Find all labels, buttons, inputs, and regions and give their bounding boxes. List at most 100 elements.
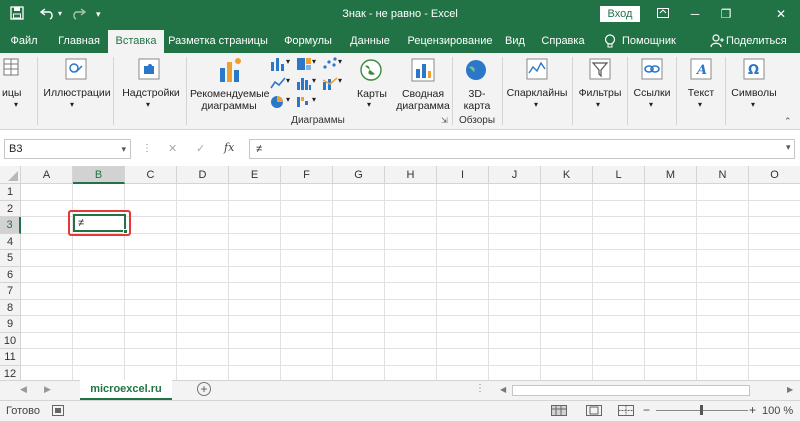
restore-icon[interactable]: ❐ [714,4,738,24]
share-button[interactable]: Поделиться [726,30,800,53]
column-header[interactable]: A [21,166,73,184]
filters-label: Фильтры [578,87,622,99]
sheet-tab[interactable]: microexcel.ru [80,380,172,400]
cancel-icon[interactable]: ✕ [168,142,177,155]
pie-chart-button[interactable]: ▾ [270,95,296,113]
chevron-down-icon[interactable]: ▾ [121,140,126,158]
column-header[interactable]: H [385,166,437,184]
gridline [21,298,800,300]
select-all-corner[interactable] [0,166,21,184]
highlight-annotation [68,210,131,236]
hscroll-left-icon[interactable]: ◀ [500,385,506,394]
zoom-slider[interactable] [656,405,748,415]
scroll-right-icon[interactable]: ▶ [44,384,51,395]
normal-view-icon[interactable] [551,405,567,419]
tab-tell-me[interactable]: Помощник [622,30,686,53]
collapse-ribbon-icon[interactable]: ⌃ [784,116,792,127]
column-header[interactable]: L [593,166,645,184]
formula-input[interactable]: ≠ [249,139,795,159]
3d-map-button[interactable]: 3D- карта [454,53,500,113]
column-header[interactable]: G [333,166,385,184]
symbols-button[interactable]: Ω Символы ▾ [727,53,781,130]
tab-review[interactable]: Рецензирование [402,30,498,53]
filters-button[interactable]: Фильтры ▾ [574,53,626,130]
zoom-level[interactable]: 100 % [762,405,793,417]
column-header[interactable]: E [229,166,281,184]
column-header[interactable]: M [645,166,697,184]
macro-record-icon[interactable] [52,405,64,419]
column-chart-button[interactable]: ▾ [270,57,296,75]
page-layout-view-icon[interactable] [586,405,602,419]
column-header[interactable]: J [489,166,541,184]
row-header[interactable]: 6 [0,266,21,283]
name-box[interactable]: B3 ▾ [4,139,131,159]
maps-button[interactable]: Карты ▾ [351,53,393,113]
page-break-view-icon[interactable] [618,405,634,419]
row-header[interactable]: 5 [0,250,21,267]
sparklines-button[interactable]: Спарклайны ▾ [504,53,570,130]
zoom-slider-thumb[interactable] [700,405,703,415]
horizontal-scrollbar[interactable] [512,385,750,396]
close-icon[interactable]: ✕ [769,4,793,24]
column-header[interactable]: K [541,166,593,184]
row-header[interactable]: 4 [0,233,21,250]
row-header[interactable]: 1 [0,184,21,201]
tab-view[interactable]: Вид [500,30,530,53]
scatter-chart-button[interactable]: ▾ [322,57,348,75]
tab-home[interactable]: Главная [50,30,108,53]
hierarchy-chart-button[interactable]: ▾ [296,57,322,75]
insert-function-button[interactable]: fx [224,141,234,154]
combo-chart-button[interactable]: ▾ [322,76,348,94]
tab-file[interactable]: Файл [3,30,45,53]
row-header[interactable]: 8 [0,299,21,316]
column-header[interactable]: D [177,166,229,184]
stat-chart-button[interactable]: ▾ [296,76,322,94]
gridline [21,199,800,201]
row-header[interactable]: 2 [0,200,21,217]
line-chart-button[interactable]: ▾ [270,76,296,94]
expand-formula-icon[interactable]: ▾ [786,142,791,153]
minimize-icon[interactable]: ─ [683,4,707,24]
add-sheet-button[interactable]: + [197,382,211,396]
tab-data[interactable]: Данные [343,30,397,53]
column-header[interactable]: C [125,166,177,184]
row-header[interactable]: 9 [0,316,21,333]
column-header[interactable]: B [73,166,125,184]
enter-icon[interactable]: ✓ [196,142,205,155]
scroll-left-icon[interactable]: ◀ [20,384,27,395]
tab-page-layout[interactable]: Разметка страницы [166,30,270,53]
row-header[interactable]: 10 [0,332,21,349]
column-header[interactable]: F [281,166,333,184]
3d-map-label: 3D- [468,88,486,100]
text-button[interactable]: A Текст ▾ [678,53,724,130]
row-header[interactable]: 12 [0,365,21,380]
row-header[interactable]: 7 [0,283,21,300]
zoom-out-button[interactable]: − [643,403,650,417]
login-button[interactable]: Вход [600,6,640,22]
ribbon-display-icon[interactable] [651,4,675,24]
illustrations-button[interactable]: Иллюстрации ▾ [38,53,113,130]
hscroll-right-icon[interactable]: ▶ [787,385,793,394]
tab-help[interactable]: Справка [536,30,590,53]
spreadsheet-grid[interactable]: ABCDEFGHIJKLMNO 1 2 3 4 5 6 7 8 9 10 11 12 ≠ [0,166,800,380]
zoom-in-button[interactable]: + [749,403,756,417]
tables-group[interactable]: ицы ▾ [0,53,36,130]
addins-button[interactable]: Надстройки ▾ [116,53,184,130]
column-header[interactable]: N [697,166,749,184]
row-header[interactable]: 3 [0,217,21,234]
links-label: Ссылки [633,87,671,99]
tab-insert[interactable]: Вставка [108,30,164,53]
row-header[interactable]: 11 [0,349,21,366]
recommended-charts-button[interactable]: Рекомендуемые диаграммы [188,53,270,113]
pivot-chart-button[interactable]: Сводная диаграмма [395,53,451,113]
text-icon: A [690,58,712,80]
tables-label: ицы [2,87,22,99]
recommended-charts-icon [220,58,241,82]
charts-dialog-launcher-icon[interactable]: ⇲ [441,116,448,125]
recommended-charts-label-2: диаграммы [201,100,257,112]
tab-formulas[interactable]: Формулы [276,30,340,53]
waterfall-chart-button[interactable]: ▾ [296,95,322,113]
column-header[interactable]: I [437,166,489,184]
column-header[interactable]: O [749,166,800,184]
links-button[interactable]: Ссылки ▾ [629,53,675,130]
